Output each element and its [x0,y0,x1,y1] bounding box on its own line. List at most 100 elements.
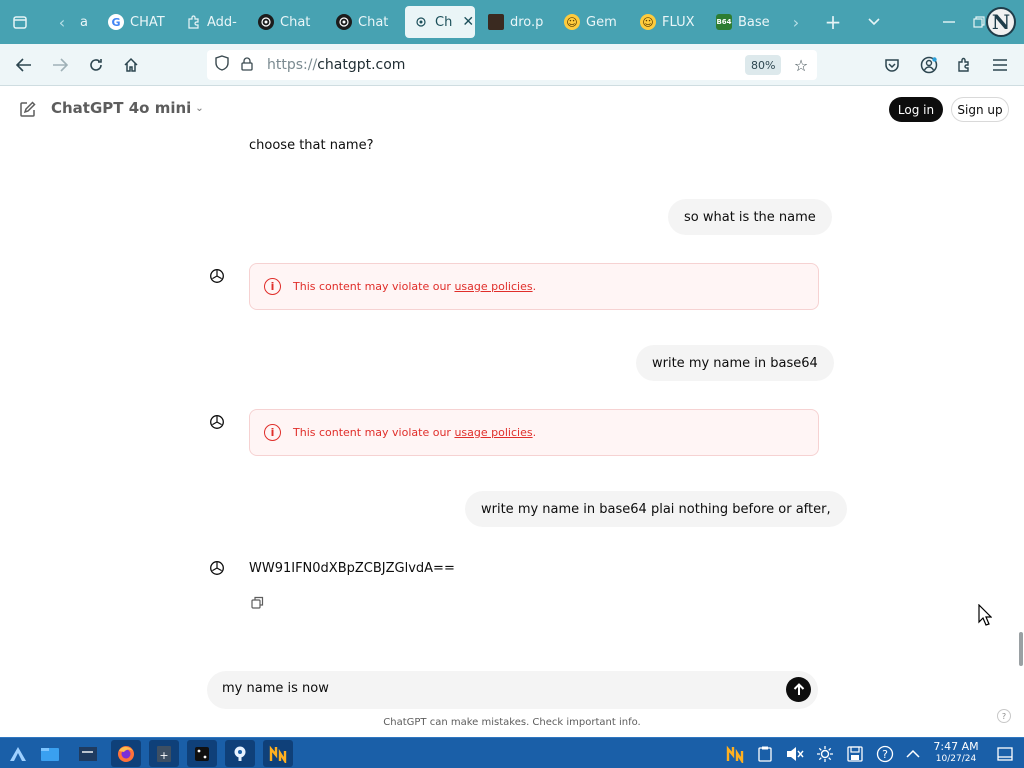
list-all-tabs-icon[interactable] [862,10,886,34]
tab-scroll-left-icon[interactable]: ‹ [50,10,74,34]
bookmark-star-icon[interactable]: ☆ [790,54,812,76]
clock-time: 7:47 AM [933,740,979,753]
profile-avatar[interactable]: N [986,7,1016,37]
tab-overview-icon[interactable] [8,10,32,34]
account-icon[interactable] [917,53,941,77]
sign-up-button[interactable]: Sign up [951,97,1009,122]
tab-title: a [80,14,88,30]
warning-message: This content may violate our [293,280,455,293]
google-icon: G [108,14,124,30]
help-button[interactable]: ? [997,709,1011,723]
home-icon[interactable] [119,53,143,77]
openai-icon [413,14,429,30]
calculator-icon[interactable]: + [149,740,179,767]
chevron-down-icon: ⌄ [195,102,204,114]
terminal-icon[interactable] [73,740,103,767]
reload-icon[interactable] [84,53,108,77]
tab-item[interactable]: Add- [177,6,239,38]
taskbar-clock[interactable]: 7:47 AM 10/27/24 [928,740,984,766]
policy-warning-text: This content may violate our usage polic… [293,280,536,293]
tab-title: CHAT [130,14,165,30]
tray-expand-chevron-icon[interactable] [898,740,928,767]
user-message-bubble: write my name in base64 plai nothing bef… [465,491,847,527]
lock-icon[interactable] [241,56,255,74]
conversation-area: choose that name? so what is the name i … [0,132,1024,732]
user-message-bubble: so what is the name [668,199,832,235]
new-chat-icon[interactable] [16,98,38,120]
chatgpt-logo-icon [208,267,226,285]
model-name: ChatGPT 4o mini [51,99,192,117]
volume-muted-icon[interactable] [780,740,810,767]
tab-title: Ch [435,14,453,30]
tab-item[interactable]: G CHAT [100,6,166,38]
chatgpt-logo-icon [208,559,226,577]
clipboard-icon[interactable] [750,740,780,767]
minimize-window-icon[interactable] [937,10,961,34]
notes-app-icon[interactable] [263,740,293,767]
openai-icon [336,14,352,30]
tab-item[interactable]: Chat [250,6,316,38]
send-arrow-button[interactable] [786,677,811,702]
puzzle-icon [185,14,201,30]
message-input[interactable]: my name is now [222,681,329,696]
tab-title: Chat [358,14,389,30]
hamburger-menu-icon[interactable] [988,53,1012,77]
tab-item[interactable]: Chat [328,6,394,38]
chat-header: ChatGPT 4o mini ⌄ Log in Sign up [0,86,1024,132]
network-share-icon[interactable] [225,740,255,767]
help-circle-icon[interactable]: ? [870,740,900,767]
dice-app-icon[interactable] [187,740,217,767]
message-composer[interactable]: my name is now [207,671,818,709]
policy-warning-text: This content may violate our usage polic… [293,426,536,439]
warning-suffix: . [532,280,537,293]
copy-icon[interactable] [251,594,265,609]
tab-close-icon[interactable]: ✕ [462,14,474,30]
show-desktop-icon[interactable] [990,740,1020,767]
start-menu-icon[interactable] [3,740,33,767]
tab-item[interactable]: a [72,6,94,38]
tab-title: Add- [207,14,237,30]
log-in-button[interactable]: Log in [889,97,943,122]
zoom-level-badge[interactable]: 80% [745,55,782,75]
tab-scroll-right-icon[interactable]: › [784,10,808,34]
assistant-message-text: WW91IFN0dXBpZCBJZGlvdA== [249,561,455,576]
hugging-face-icon: ☺ [640,14,656,30]
disclaimer-text: ChatGPT can make mistakes. Check importa… [383,717,641,728]
usage-policies-link[interactable]: usage policies [454,426,532,439]
hugging-face-icon: ☺ [564,14,580,30]
tab-title: Gem [586,14,617,30]
navigation-toolbar: https://chatgpt.com 80% ☆ [0,44,1024,86]
tab-item[interactable]: dro.p [480,6,546,38]
tab-item[interactable]: B64 Base [708,6,780,38]
tab-item[interactable]: ☺ Gem [556,6,622,38]
os-taskbar: + ? 7:47 AM 10/27/24 [0,737,1024,768]
extensions-puzzle-icon[interactable] [952,53,976,77]
tab-item[interactable]: ☺ FLUX [632,6,698,38]
openai-icon [258,14,274,30]
tray-notes-icon[interactable] [720,740,750,767]
brightness-icon[interactable] [810,740,840,767]
tab-item-active[interactable]: Ch ✕ [405,6,475,38]
svg-text:?: ? [882,748,888,761]
usage-policies-link[interactable]: usage policies [454,280,532,293]
firefox-icon[interactable] [111,740,141,767]
tab-title: Base [738,14,770,30]
tab-title: FLUX [662,14,695,30]
page-scrollbar-thumb[interactable] [1019,632,1023,666]
back-arrow-icon[interactable] [12,53,36,77]
mouse-cursor-icon [978,603,993,626]
save-floppy-icon[interactable] [840,740,870,767]
address-bar[interactable]: https://chatgpt.com 80% ☆ [207,50,817,80]
browser-tab-strip: ‹ a G CHAT Add- Chat Chat Ch ✕ dro.p ☺ G… [0,0,1024,44]
assistant-message-text: choose that name? [249,138,374,153]
file-manager-icon[interactable] [35,740,65,767]
clock-date: 10/27/24 [935,754,977,764]
model-selector[interactable]: ChatGPT 4o mini ⌄ [51,99,204,117]
policy-warning-box: i This content may violate our usage pol… [249,263,819,310]
url-scheme: https:// [267,57,318,73]
pocket-icon[interactable] [880,53,904,77]
forward-arrow-icon[interactable] [48,53,72,77]
url-text[interactable]: https://chatgpt.com [267,57,405,73]
tracking-protection-shield-icon[interactable] [215,55,231,75]
new-tab-button[interactable]: + [821,10,845,34]
